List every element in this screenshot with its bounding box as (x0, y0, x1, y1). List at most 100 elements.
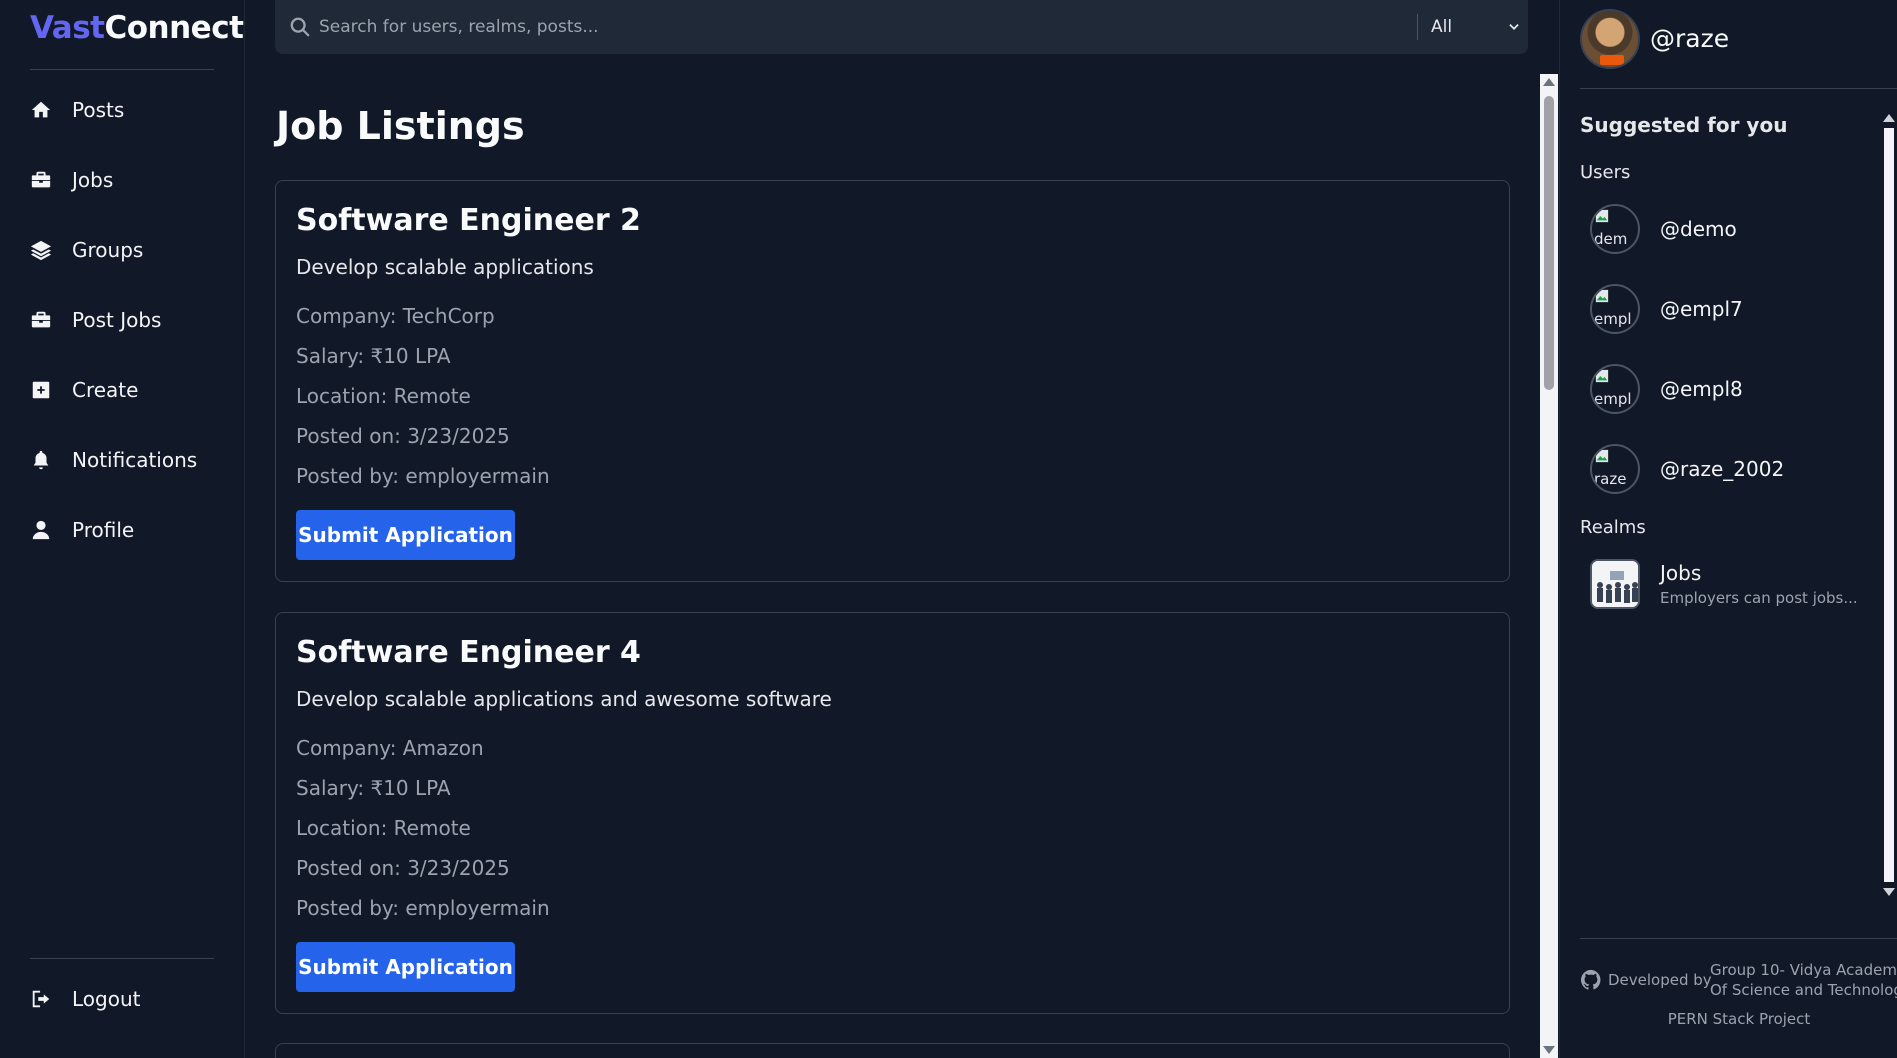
realm-image (1590, 559, 1640, 609)
right-panel: @raze Suggested for you Users dem @demo … (1559, 0, 1897, 1058)
logout-button[interactable]: Logout (28, 979, 140, 1019)
job-posted-by: Posted by: employermain (296, 464, 550, 488)
scrollbar-track[interactable] (1884, 128, 1894, 882)
avatar-alt-text: empl (1594, 310, 1632, 328)
right-panel-divider (1580, 88, 1897, 89)
suggested-user[interactable]: dem @demo (1590, 204, 1737, 254)
app-logo[interactable]: VastConnect (30, 10, 244, 46)
scroll-down-arrow-icon[interactable] (1883, 888, 1895, 896)
avatar: empl (1590, 284, 1640, 334)
brand-part-2: Connect (104, 10, 244, 46)
home-icon (28, 97, 54, 123)
scrollbar-thumb[interactable] (1544, 96, 1554, 390)
job-card-partial (275, 1043, 1510, 1058)
briefcase-icon (28, 307, 54, 333)
sidebar-item-label: Posts (72, 98, 125, 122)
sidebar-item-label: Jobs (72, 168, 114, 192)
search-filter-select[interactable]: All (1431, 12, 1521, 42)
broken-image-icon (1595, 209, 1609, 223)
sidebar-divider (30, 958, 214, 959)
sidebar-item-post-jobs[interactable]: Post Jobs (28, 300, 161, 340)
developed-by-label: Developed by (1608, 971, 1712, 989)
search-input[interactable] (319, 12, 1379, 42)
group-credit-line-2: Of Science and Technology (1710, 981, 1897, 999)
current-user-handle[interactable]: @raze (1650, 24, 1729, 53)
suggested-user[interactable]: empl @empl7 (1590, 284, 1743, 334)
people-icon (1592, 561, 1638, 607)
job-location: Location: Remote (296, 384, 471, 408)
left-sidebar: VastConnect Posts Jobs Groups Post Jobs … (0, 0, 245, 1058)
current-user-avatar[interactable] (1580, 9, 1640, 69)
sidebar-item-profile[interactable]: Profile (28, 510, 134, 550)
github-icon[interactable] (1580, 969, 1602, 991)
search-icon (290, 17, 310, 37)
avatar: empl (1590, 364, 1640, 414)
briefcase-icon (28, 167, 54, 193)
layers-icon (28, 237, 54, 263)
sidebar-item-posts[interactable]: Posts (28, 90, 124, 130)
avatar-badge (1600, 55, 1624, 65)
avatar-alt-text: raze (1594, 470, 1627, 488)
search-bar: All (275, 0, 1528, 54)
job-salary: Salary: ₹10 LPA (296, 344, 451, 368)
avatar: raze (1590, 444, 1640, 494)
job-company: Company: TechCorp (296, 304, 495, 328)
submit-application-button[interactable]: Submit Application (296, 510, 515, 560)
plus-square-icon (28, 377, 54, 403)
scroll-up-arrow-icon[interactable] (1543, 78, 1555, 86)
job-salary: Salary: ₹10 LPA (296, 776, 451, 800)
suggested-user[interactable]: empl @empl8 (1590, 364, 1743, 414)
suggested-user-handle: @empl8 (1660, 377, 1743, 401)
broken-image-icon (1595, 289, 1609, 303)
sidebar-item-notifications[interactable]: Notifications (28, 440, 197, 480)
users-section-label: Users (1580, 162, 1631, 183)
sidebar-item-label: Notifications (72, 448, 198, 472)
logout-icon (28, 986, 54, 1012)
realm-name: Jobs (1660, 561, 1702, 585)
group-credit-line-1: Group 10- Vidya Academy (1710, 961, 1897, 979)
search-divider (1417, 14, 1418, 40)
job-title: Software Engineer 4 (296, 635, 641, 670)
group-credit: Group 10- Vidya Academy Of Science and T… (1710, 960, 1897, 1000)
sidebar-item-create[interactable]: Create (28, 370, 138, 410)
suggested-user-handle: @empl7 (1660, 297, 1743, 321)
bell-icon (28, 447, 54, 473)
avatar-alt-text: dem (1594, 230, 1628, 248)
job-posted-on: Posted on: 3/23/2025 (296, 856, 510, 880)
suggested-user-handle: @raze_2002 (1660, 457, 1785, 481)
job-card: Software Engineer 2 Develop scalable app… (275, 180, 1510, 582)
user-icon (28, 517, 54, 543)
scroll-down-arrow-icon[interactable] (1543, 1046, 1555, 1054)
avatar: dem (1590, 204, 1640, 254)
job-posted-by: Posted by: employermain (296, 896, 550, 920)
page-title: Job Listings (276, 104, 525, 148)
submit-application-button[interactable]: Submit Application (296, 942, 515, 992)
brand-part-1: Vast (30, 10, 105, 46)
sidebar-item-label: Profile (72, 518, 135, 542)
suggested-title: Suggested for you (1580, 113, 1788, 137)
realms-section-label: Realms (1580, 517, 1646, 538)
job-description: Develop scalable applications (296, 255, 594, 279)
avatar-alt-text: empl (1594, 390, 1632, 408)
sidebar-item-label: Groups (72, 238, 144, 262)
sidebar-item-jobs[interactable]: Jobs (28, 160, 113, 200)
logout-label: Logout (72, 987, 141, 1011)
job-title: Software Engineer 2 (296, 203, 641, 238)
sidebar-item-groups[interactable]: Groups (28, 230, 143, 270)
logo-divider (30, 69, 214, 70)
broken-image-icon (1595, 449, 1609, 463)
stack-label: PERN Stack Project (1667, 1010, 1811, 1028)
suggested-user[interactable]: raze @raze_2002 (1590, 444, 1784, 494)
job-card: Software Engineer 4 Develop scalable app… (275, 612, 1510, 1014)
realm-description: Employers can post jobs... (1660, 589, 1858, 607)
suggested-realm[interactable]: Jobs Employers can post jobs... (1590, 558, 1858, 610)
broken-image-icon (1595, 369, 1609, 383)
main-scrollbar[interactable] (1540, 74, 1558, 1058)
job-description: Develop scalable applications and awesom… (296, 687, 832, 711)
chevron-down-icon (1509, 24, 1519, 30)
right-panel-scrollbar[interactable] (1880, 110, 1897, 900)
suggested-user-handle: @demo (1660, 217, 1737, 241)
job-posted-on: Posted on: 3/23/2025 (296, 424, 510, 448)
sidebar-item-label: Post Jobs (72, 308, 162, 332)
scroll-up-arrow-icon[interactable] (1883, 114, 1895, 122)
